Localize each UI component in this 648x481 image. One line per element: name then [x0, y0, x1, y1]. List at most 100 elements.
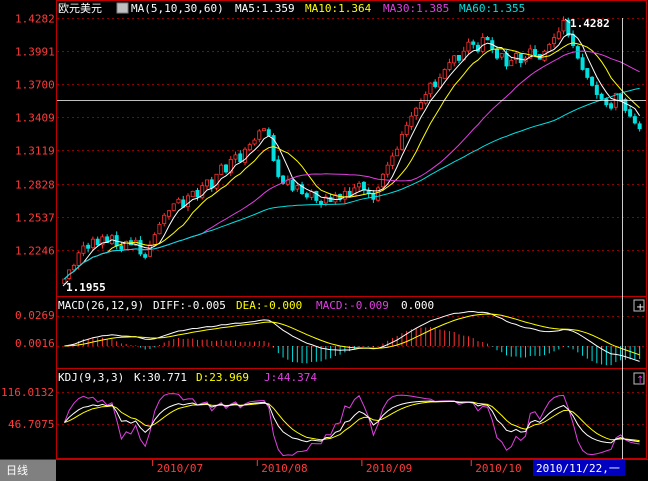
candle-down	[604, 98, 609, 106]
candle-up	[509, 59, 514, 67]
candle-down	[290, 179, 295, 191]
candle-up	[190, 190, 195, 198]
candle-down	[456, 54, 461, 61]
price-tick-label: 1.3991	[15, 46, 55, 59]
ma10-line	[64, 42, 640, 280]
candle-down	[637, 123, 642, 130]
candle-up	[252, 139, 257, 145]
candle-down	[599, 93, 604, 100]
candle-up	[552, 37, 557, 44]
candle-down	[628, 109, 633, 117]
candle-down	[195, 189, 200, 198]
candle-up	[428, 82, 433, 95]
macd-expand-icon: +	[636, 302, 644, 313]
kdj-name-label: KDJ(9,3,3)	[58, 371, 124, 384]
candle-up	[447, 62, 452, 70]
candle-up	[71, 264, 76, 271]
candle-down	[143, 254, 148, 258]
kdj-d-label: D:23.969	[196, 371, 249, 384]
candle-down	[209, 179, 214, 189]
candle-down	[494, 49, 499, 59]
candle-up	[152, 234, 157, 245]
candle-up	[409, 115, 414, 127]
candle-up	[442, 69, 447, 79]
kdj-tick-upper: 116.0132	[1, 386, 54, 399]
macd-tick-lower: 0.0016	[15, 337, 55, 350]
ma-toggle-icon[interactable]	[116, 2, 129, 14]
candle-down	[533, 49, 538, 56]
candle-down	[618, 94, 623, 101]
candle-down	[580, 57, 585, 70]
candle-up	[466, 41, 471, 52]
candle-up	[81, 245, 86, 254]
candle-up	[376, 187, 381, 201]
candle-up	[561, 20, 566, 32]
ma5-line	[64, 33, 641, 280]
high-annotation: 1.4282	[570, 17, 610, 30]
macd-grid	[57, 316, 646, 347]
candle-up	[171, 203, 176, 211]
candle-up	[414, 107, 419, 117]
candle-up	[147, 244, 152, 257]
candle-down	[609, 103, 614, 109]
candle-up	[418, 102, 423, 109]
candle-down	[238, 153, 243, 163]
candle-up	[157, 223, 162, 235]
candle-up	[404, 124, 409, 135]
candle-down	[319, 201, 324, 205]
candle-up	[257, 130, 262, 140]
ma30-value-label: MA30:1.385	[383, 2, 449, 15]
candle-down	[138, 240, 143, 255]
price-tick-label: 1.3409	[15, 112, 55, 125]
macd-diff-line	[64, 310, 640, 362]
candle-down	[361, 181, 366, 191]
month-label: 2010/08	[261, 462, 307, 475]
candle-up	[357, 182, 362, 188]
month-label: 2010/10	[475, 462, 521, 475]
macd-lines	[64, 310, 640, 362]
macd-tick-upper: 0.0269	[15, 309, 55, 322]
macd-dea-line	[64, 313, 640, 356]
candle-down	[266, 129, 271, 136]
candle-up	[247, 144, 252, 151]
candle-up	[204, 179, 209, 187]
candle-down	[304, 193, 309, 198]
candle-up	[547, 44, 552, 52]
candle-up	[452, 55, 457, 64]
ma60-value-label: MA60:1.355	[459, 2, 525, 15]
candle-down	[585, 68, 590, 78]
candle-up	[185, 195, 190, 208]
candle-up	[162, 214, 167, 224]
instrument-title: 欧元美元	[58, 2, 102, 15]
kdj-tick-lower: 46.7075	[8, 418, 54, 431]
kdj-grid	[57, 392, 646, 425]
candle-down	[590, 76, 595, 86]
price-tick-label: 1.2828	[15, 179, 55, 192]
candle-up	[390, 155, 395, 166]
period-tab-label: 日线	[6, 463, 28, 477]
candle-up	[385, 164, 390, 175]
candle-down	[485, 37, 490, 41]
forex-chart[interactable]: 1.4282 1.3991 1.3700 1.3409 1.3119 1.2828 1.25…	[0, 0, 648, 481]
ma10-value-label: MA10:1.364	[305, 2, 372, 15]
main-grid	[57, 18, 646, 251]
kdj-expand-icon: ↑	[636, 375, 644, 386]
candle-down	[347, 190, 352, 197]
candle-down	[471, 41, 476, 45]
price-tick-label: 1.4282	[15, 13, 55, 26]
price-tick-label: 1.3700	[15, 79, 55, 92]
candle-up	[395, 148, 400, 157]
price-tick-label: 1.2246	[15, 245, 55, 258]
candle-down	[518, 53, 523, 64]
kdj-k-label: K:30.771	[134, 371, 187, 384]
candle-up	[176, 198, 181, 204]
candle-down	[433, 81, 438, 87]
candle-down	[276, 159, 281, 177]
cursor-date-label: 2010/11/22,一	[536, 462, 620, 475]
macd-diff-label: DIFF:-0.005	[153, 299, 226, 312]
candle-up	[437, 77, 442, 88]
ma-params-label: MA(5,10,30,60)	[131, 2, 224, 15]
price-tick-label: 1.2537	[15, 212, 55, 225]
candle-up	[219, 164, 224, 175]
macd-zero-label: 0.000	[401, 299, 434, 312]
